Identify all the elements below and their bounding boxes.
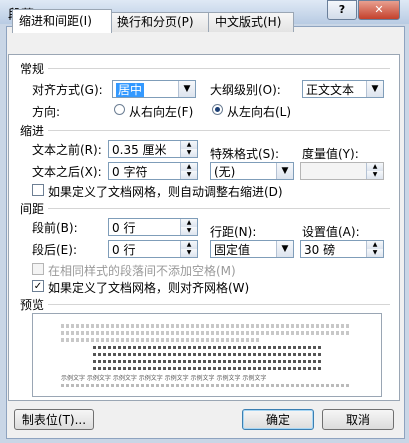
snap-to-grid-label[interactable]: 如果定义了文档网格，则对齐网格(W) — [48, 279, 249, 296]
outline-level-label: 大纲级别(O): — [210, 83, 281, 97]
tab-asian-typography[interactable]: 中文版式(H) — [208, 12, 294, 32]
chevron-down-icon: ▼ — [366, 81, 383, 97]
check-icon: ✓ — [33, 281, 43, 292]
section-indent: 缩进 — [20, 124, 45, 138]
spin-down-icon[interactable]: ▼ — [366, 249, 383, 257]
measure-label: 度量值(Y): — [302, 147, 359, 161]
tab-stops-button[interactable]: 制表位(T)... — [14, 409, 94, 430]
tab-indent-spacing[interactable]: 缩进和间距(I) — [12, 9, 112, 33]
ltr-radio[interactable] — [212, 104, 223, 115]
special-format-value: (无) — [214, 165, 236, 179]
spin-down-icon[interactable]: ▼ — [366, 171, 383, 179]
measure-stepper[interactable]: ▲ ▼ — [300, 162, 384, 180]
space-before-value: 0 行 — [112, 221, 136, 235]
space-after-stepper[interactable]: 0 行 ▲ ▼ — [108, 240, 198, 258]
divider — [48, 130, 390, 131]
indent-before-label: 文本之前(R): — [32, 143, 102, 157]
divider — [48, 68, 390, 69]
spin-down-icon[interactable]: ▼ — [180, 171, 197, 179]
alignment-value: 居中 — [116, 83, 145, 97]
section-preview: 预览 — [20, 298, 45, 312]
preview-next-line — [61, 384, 351, 387]
preview-current-line — [93, 367, 323, 370]
no-space-same-style-checkbox[interactable] — [32, 263, 44, 275]
preview-current-line — [93, 360, 323, 363]
section-spacing: 间距 — [20, 202, 45, 216]
spin-down-icon[interactable]: ▼ — [180, 227, 197, 235]
special-format-dropdown[interactable]: (无) ▼ — [210, 162, 294, 180]
space-after-label: 段后(E): — [32, 243, 77, 257]
special-format-label: 特殊格式(S): — [210, 147, 280, 161]
help-button[interactable]: ? — [327, 0, 357, 20]
auto-right-indent-label[interactable]: 如果定义了文档网格，则自动调整右缩进(D) — [48, 183, 283, 200]
divider — [48, 208, 390, 209]
preview-prev-line — [61, 324, 351, 328]
indent-after-label: 文本之后(X): — [32, 165, 102, 179]
rtl-radio[interactable] — [114, 104, 125, 115]
setting-value-stepper[interactable]: 30 磅 ▲ ▼ — [300, 240, 384, 258]
close-button[interactable]: ✕ — [358, 0, 400, 20]
setting-value: 30 磅 — [304, 243, 336, 257]
indent-before-value: 0.35 厘米 — [112, 143, 167, 157]
outline-level-value: 正文文本 — [306, 83, 355, 97]
space-before-stepper[interactable]: 0 行 ▲ ▼ — [108, 218, 198, 236]
line-spacing-label: 行距(N): — [210, 225, 257, 239]
no-space-same-style-label[interactable]: 在相同样式的段落间不添加空格(M) — [48, 262, 236, 279]
preview-sample-text: 示例文字 示例文字 示例文字 示例文字 示例文字 示例文字 示例文字 示例文字 — [61, 375, 267, 382]
indent-after-stepper[interactable]: 0 字符 ▲ ▼ — [108, 162, 198, 180]
spin-down-icon[interactable]: ▼ — [180, 249, 197, 257]
indent-before-stepper[interactable]: 0.35 厘米 ▲ ▼ — [108, 140, 198, 158]
outline-level-dropdown[interactable]: 正文文本 ▼ — [302, 80, 384, 98]
ok-button[interactable]: 确定 — [242, 409, 314, 430]
alignment-dropdown[interactable]: 居中 ▼ — [112, 80, 196, 98]
rtl-label[interactable]: 从右向左(F) — [129, 103, 193, 120]
direction-label: 方向: — [32, 105, 61, 119]
spin-down-icon[interactable]: ▼ — [180, 149, 197, 157]
section-general: 常规 — [20, 62, 45, 76]
auto-right-indent-checkbox[interactable] — [32, 184, 44, 196]
line-spacing-value: 固定值 — [214, 243, 251, 257]
divider — [48, 304, 390, 305]
space-after-value: 0 行 — [112, 243, 136, 257]
chevron-down-icon: ▼ — [178, 81, 195, 97]
chevron-down-icon: ▼ — [276, 163, 293, 179]
ltr-label[interactable]: 从左向右(L) — [227, 103, 291, 120]
preview-current-line — [93, 346, 323, 349]
line-spacing-dropdown[interactable]: 固定值 ▼ — [210, 240, 294, 258]
preview-prev-line — [61, 338, 261, 342]
preview-box: 示例文字 示例文字 示例文字 示例文字 示例文字 示例文字 示例文字 示例文字 — [32, 313, 382, 397]
tab-line-page-breaks[interactable]: 换行和分页(P) — [110, 12, 210, 32]
space-before-label: 段前(B): — [32, 221, 78, 235]
alignment-label: 对齐方式(G): — [32, 83, 103, 97]
preview-current-line — [93, 353, 323, 356]
chevron-down-icon: ▼ — [276, 241, 293, 257]
preview-prev-line — [61, 331, 351, 335]
setting-value-label: 设置值(A): — [302, 225, 360, 239]
snap-to-grid-checkbox[interactable]: ✓ — [32, 280, 44, 292]
indent-after-value: 0 字符 — [112, 165, 148, 179]
cancel-button[interactable]: 取消 — [322, 409, 394, 430]
